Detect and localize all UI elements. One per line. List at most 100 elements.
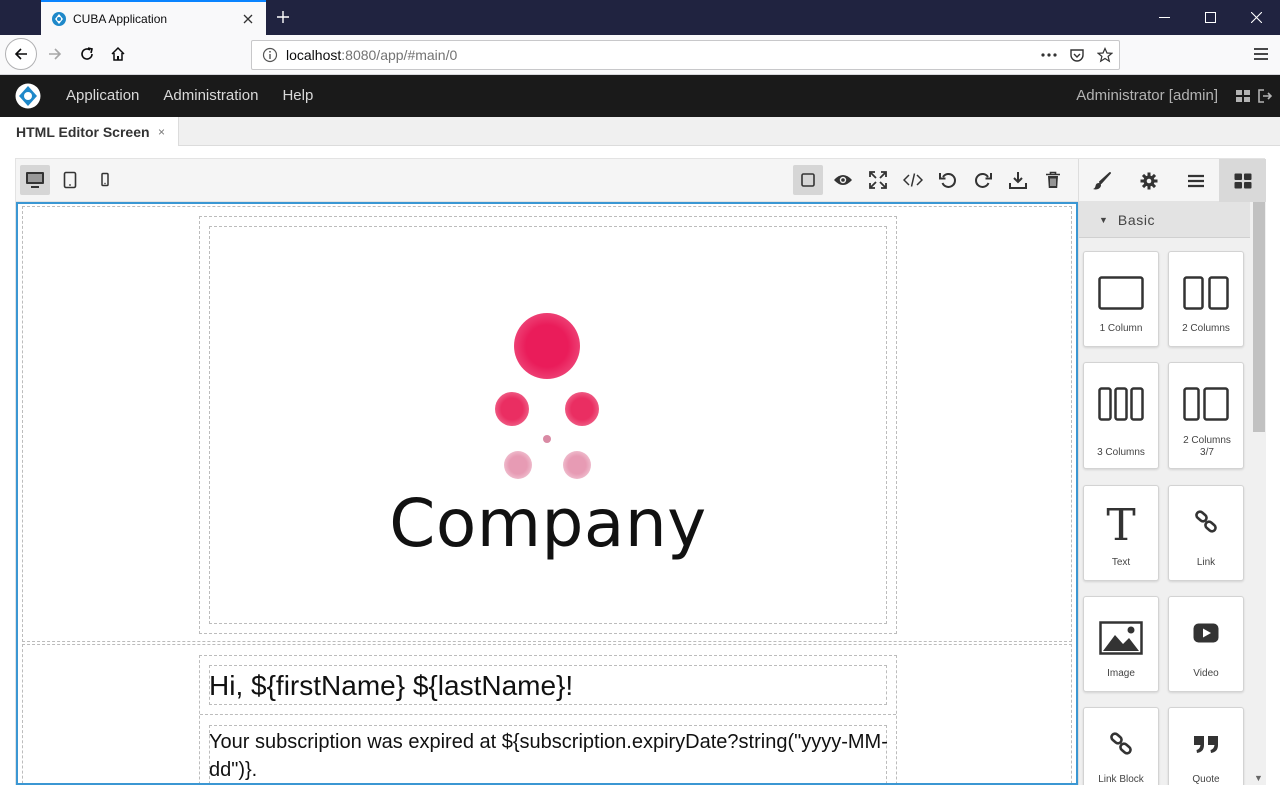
block-link-block[interactable]: Link Block <box>1083 707 1159 785</box>
url-bar[interactable]: localhost:8080/app/#main/0 <box>251 40 1120 70</box>
minimize-icon[interactable] <box>1141 0 1187 35</box>
block-1-column[interactable]: 1 Column <box>1083 251 1159 347</box>
block-label: 1 Column <box>1099 323 1143 334</box>
logo-dot-right <box>565 392 599 426</box>
settings-gear-icon[interactable] <box>1126 159 1173 202</box>
block-3-columns[interactable]: 3 Columns <box>1083 362 1159 469</box>
subscription-paragraph[interactable]: Your subscription was expired at ${subsc… <box>209 728 891 783</box>
redo-icon[interactable] <box>968 165 998 195</box>
user-indicator[interactable]: Administrator [admin] <box>1076 75 1218 117</box>
block-2-columns-37[interactable]: 2 Columns 3/7 <box>1168 362 1244 469</box>
undo-icon[interactable] <box>933 165 963 195</box>
screen-tabstrip: HTML Editor Screen × <box>0 117 1280 146</box>
logout-icon[interactable] <box>1257 88 1273 104</box>
content-section[interactable]: Hi, ${firstName} ${lastName}! Your subsc… <box>22 644 1072 783</box>
two-columns-icon <box>1169 276 1243 310</box>
browser-tab[interactable]: CUBA Application <box>41 0 266 36</box>
editor-toolbar <box>16 159 1078 202</box>
block-quote[interactable]: Quote <box>1168 707 1244 785</box>
logo-dot-faint-right <box>563 451 591 479</box>
block-2-columns[interactable]: 2 Columns <box>1168 251 1244 347</box>
header-section[interactable]: Company <box>22 206 1072 642</box>
forward-icon[interactable] <box>40 39 70 69</box>
app-menu: Application Administration Help <box>54 75 325 117</box>
fullscreen-icon[interactable] <box>863 165 893 195</box>
link-block-icon <box>1084 732 1158 756</box>
menu-item-application[interactable]: Application <box>54 75 151 117</box>
screen-tab-html-editor[interactable]: HTML Editor Screen × <box>0 117 179 146</box>
block-label: Link <box>1196 557 1216 568</box>
image-icon <box>1084 621 1158 655</box>
new-window-icon[interactable] <box>1235 88 1251 104</box>
tablet-view-icon[interactable] <box>55 165 85 195</box>
logo-container[interactable]: Company <box>199 216 897 634</box>
cuba-favicon-icon <box>52 12 66 26</box>
bookmark-star-icon[interactable] <box>1091 41 1119 69</box>
greeting-text[interactable]: Hi, ${firstName} ${lastName}! <box>209 670 573 702</box>
video-icon <box>1169 623 1243 643</box>
mobile-view-icon[interactable] <box>90 165 120 195</box>
desktop-view-icon[interactable] <box>20 165 50 195</box>
browser-navbar: localhost:8080/app/#main/0 <box>0 35 1280 75</box>
hamburger-menu-icon[interactable] <box>1246 39 1276 69</box>
style-manager-brush-icon[interactable] <box>1079 159 1126 202</box>
download-icon[interactable] <box>1003 165 1033 195</box>
block-label: 2 Columns 3/7 <box>1183 435 1231 458</box>
blocks-scrollbar[interactable]: ▼ <box>1251 202 1266 785</box>
window-close-icon[interactable] <box>1233 0 1279 35</box>
scroll-down-arrow-icon[interactable]: ▼ <box>1254 773 1263 783</box>
category-label: Basic <box>1117 211 1156 228</box>
logo-dot-large <box>514 313 580 379</box>
more-icon[interactable] <box>1035 41 1063 69</box>
logo-company-text: Company <box>389 485 707 562</box>
scrollbar-thumb[interactable] <box>1253 202 1265 432</box>
block-video[interactable]: Video <box>1168 596 1244 692</box>
browser-titlebar: CUBA Application <box>0 0 1280 36</box>
block-image[interactable]: Image <box>1083 596 1159 692</box>
new-tab-icon[interactable] <box>270 4 296 30</box>
logo-dot-tiny <box>543 435 551 443</box>
pocket-icon[interactable] <box>1063 41 1091 69</box>
company-logo: Company <box>210 307 886 587</box>
info-icon[interactable] <box>262 47 278 63</box>
app-logo-icon[interactable] <box>15 83 41 109</box>
screen-tab-title: HTML Editor Screen <box>16 123 150 140</box>
editor-canvas[interactable]: Company Hi, ${firstName} ${lastName}! Yo… <box>16 202 1078 785</box>
layer-manager-icon[interactable] <box>1173 159 1220 202</box>
three-columns-icon <box>1084 387 1158 421</box>
one-column-icon <box>1084 276 1158 310</box>
url-text[interactable]: localhost:8080/app/#main/0 <box>286 47 1035 63</box>
caret-down-icon: ▼ <box>1099 214 1108 225</box>
menu-item-administration[interactable]: Administration <box>151 75 270 117</box>
close-tab-icon[interactable] <box>236 7 260 31</box>
logo-dot-left <box>495 392 529 426</box>
content-container[interactable]: Hi, ${firstName} ${lastName}! Your subsc… <box>199 655 897 783</box>
reload-icon[interactable] <box>72 39 102 69</box>
svg-text:T: T <box>1106 502 1135 544</box>
home-icon[interactable] <box>103 39 133 69</box>
block-label: Link Block <box>1098 774 1144 785</box>
block-label: Quote <box>1192 774 1220 785</box>
screen-tab-close-icon[interactable]: × <box>158 125 178 139</box>
category-basic[interactable]: ▼ Basic <box>1079 202 1250 238</box>
row-divider <box>200 714 896 715</box>
menu-item-help[interactable]: Help <box>270 75 325 117</box>
block-label: 3 Columns <box>1097 447 1145 458</box>
component-outline-icon[interactable] <box>793 165 823 195</box>
logo-dot-faint-left <box>504 451 532 479</box>
back-icon[interactable] <box>5 38 37 70</box>
trash-icon[interactable] <box>1038 165 1068 195</box>
code-view-icon[interactable] <box>898 165 928 195</box>
blocks-grid-icon[interactable] <box>1219 159 1266 202</box>
block-text[interactable]: T Text <box>1083 485 1159 581</box>
browser-tab-title: CUBA Application <box>73 12 168 26</box>
logo-image[interactable]: Company <box>209 226 887 624</box>
maximize-icon[interactable] <box>1187 0 1233 35</box>
block-label: Image <box>1107 668 1135 679</box>
app-header: Application Administration Help Administ… <box>0 75 1280 117</box>
url-path: :8080/app/#main/0 <box>341 47 458 63</box>
preview-eye-icon[interactable] <box>828 165 858 195</box>
link-icon <box>1169 510 1243 534</box>
quote-icon <box>1169 734 1243 754</box>
block-link[interactable]: Link <box>1168 485 1244 581</box>
